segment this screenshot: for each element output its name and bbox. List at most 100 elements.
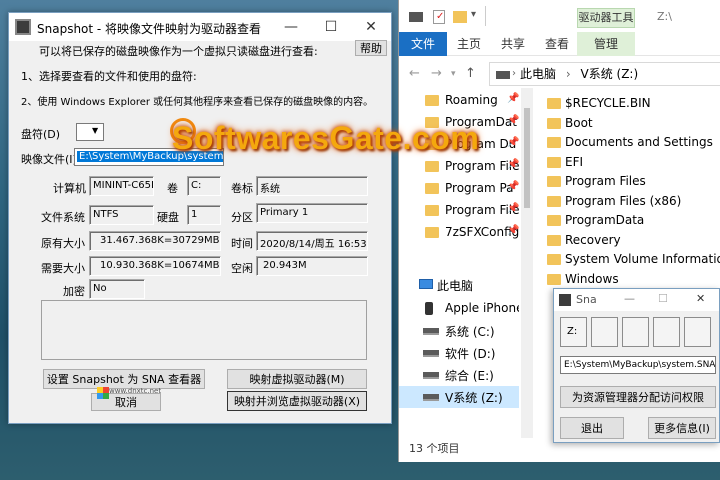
qat-dropdown-icon[interactable]: ▾ <box>471 9 476 20</box>
tree-device[interactable]: 系统 (C:) <box>399 320 519 342</box>
tab-view[interactable]: 查看 <box>539 32 575 56</box>
tree-item[interactable]: Program File 📌 <box>399 156 519 178</box>
tree-item-label: 软件 (D:) <box>445 347 496 361</box>
new-folder-icon[interactable] <box>453 11 467 23</box>
tree-item-label: Program Pa <box>445 181 514 195</box>
help-button[interactable]: 帮助 <box>355 40 387 56</box>
minimize-icon[interactable]: — <box>624 292 635 305</box>
tree-scrollbar[interactable] <box>521 88 533 438</box>
folder-icon <box>547 234 561 246</box>
minimize-icon[interactable]: — <box>271 13 311 41</box>
fs-value: NTFS <box>89 205 154 225</box>
folder-icon <box>425 205 439 216</box>
divider <box>485 6 486 26</box>
map-drive-button[interactable]: 映射虚拟驱动器(M) <box>227 369 367 389</box>
folder-icon <box>547 254 561 265</box>
image-file-label: 映像文件(I) <box>21 153 77 166</box>
maximize-icon[interactable]: ☐ <box>658 292 668 305</box>
mini-titlebar[interactable]: Sna — ☐ ✕ <box>554 289 719 311</box>
folder-icon <box>547 176 561 187</box>
map-browse-button[interactable]: 映射并浏览虚拟驱动器(X) <box>227 391 367 411</box>
vol-label-value: 系统 <box>256 176 368 196</box>
scrollbar-thumb[interactable] <box>524 108 530 208</box>
pin-icon: 📌 <box>507 137 519 148</box>
tab-share[interactable]: 共享 <box>495 32 531 56</box>
tab-file[interactable]: 文件 <box>399 32 447 56</box>
exit-button[interactable]: 退出 <box>560 417 624 439</box>
list-item-label: $RECYCLE.BIN <box>565 96 651 110</box>
folder-icon <box>425 161 439 172</box>
drive-slot-selected[interactable]: Z: <box>560 317 587 347</box>
folder-icon <box>547 195 561 207</box>
list-item-label: Program Files (x86) <box>565 193 682 208</box>
drive-letter-select[interactable]: ▼ <box>76 123 104 141</box>
maximize-icon[interactable]: ☐ <box>311 13 351 41</box>
tree-device[interactable]: 综合 (E:) <box>399 364 519 386</box>
mini-path-field[interactable]: E:\System\MyBackup\system.SNA <box>560 356 716 374</box>
tree-item[interactable]: Program Pa 📌 <box>399 178 519 200</box>
tab-home[interactable]: 主页 <box>451 32 487 56</box>
back-arrow-icon[interactable]: ← <box>409 66 420 81</box>
properties-icon[interactable]: ✓ <box>433 10 445 24</box>
partition-value: Primary 1 <box>256 203 368 223</box>
pin-icon: 📌 <box>507 159 519 170</box>
tree-device-selected[interactable]: V系统 (Z:) <box>399 386 519 408</box>
tree-this-pc[interactable]: 此电脑 <box>399 274 519 296</box>
free-value: 20.943M <box>256 256 368 276</box>
address-bar-row: ← → ▾ ↑ › 此电脑 › V系统 (Z:) <box>399 60 720 88</box>
vol-label-label: 卷标 <box>231 182 253 195</box>
need-size-value: 10.930.368K=10674MB <box>89 256 221 276</box>
drive-tools-tab[interactable]: 驱动器工具 <box>577 8 635 28</box>
assign-access-button[interactable]: 为资源管理器分配访问权限 <box>560 386 716 408</box>
pc-drive-icon <box>496 71 510 79</box>
disk-label: 硬盘 <box>157 211 179 224</box>
drive-icon <box>423 372 439 379</box>
breadcrumb-this-pc[interactable]: 此电脑 <box>520 67 556 81</box>
tree-device[interactable]: 软件 (D:) <box>399 342 519 364</box>
folder-icon <box>547 117 561 129</box>
snapshot-app-icon <box>559 294 571 306</box>
breadcrumb-drive[interactable]: V系统 (Z:) <box>580 67 638 81</box>
drive-slot[interactable] <box>591 317 618 347</box>
recent-dropdown-icon[interactable]: ▾ <box>451 69 456 79</box>
drive-letter: Z: <box>567 326 578 337</box>
tree-item-label: Apple iPhone <box>445 301 519 315</box>
free-label: 空闲 <box>231 262 253 275</box>
time-value: 2020/8/14/周五 16:53 <box>256 231 368 251</box>
volume-value: C: <box>187 176 221 196</box>
check-icon: ✓ <box>436 11 445 22</box>
pin-icon: 📌 <box>507 225 519 236</box>
list-item-label: Boot <box>565 115 593 130</box>
more-info-button[interactable]: 更多信息(I) <box>648 417 716 439</box>
computer-icon <box>419 279 433 289</box>
tree-item[interactable]: 7zSFXConfig 📌 <box>399 222 519 244</box>
tree-item[interactable]: Program File 📌 <box>399 200 519 222</box>
intro-text: 可以将已保存的磁盘映像作为一个虚拟只读磁盘进行查看: <box>39 45 318 58</box>
drive-slot[interactable] <box>653 317 680 347</box>
tree-device[interactable]: Apple iPhone <box>399 298 519 320</box>
tree-item[interactable]: Roaming 📌 <box>399 90 519 112</box>
list-item-label: Windows <box>565 271 619 286</box>
folder-icon <box>425 95 439 106</box>
status-bar-count: 13 个项目 <box>409 442 460 455</box>
list-item-label: Recovery <box>565 232 621 247</box>
forward-arrow-icon[interactable]: → <box>431 66 442 81</box>
list-item-label: Program Files <box>565 174 646 188</box>
set-viewer-button[interactable]: 设置 Snapshot 为 SNA 查看器 <box>43 369 205 389</box>
small-logo-icon <box>97 387 109 399</box>
drive-slot[interactable] <box>684 317 711 347</box>
close-icon[interactable]: ✕ <box>696 292 705 305</box>
ribbon-tabs: 文件 主页 共享 查看 管理 <box>399 32 720 56</box>
address-box[interactable]: › 此电脑 › V系统 (Z:) <box>489 62 720 86</box>
up-arrow-icon[interactable]: ↑ <box>465 66 476 81</box>
small-watermark: www.dnxtc.net <box>109 387 162 395</box>
tab-manage[interactable]: 管理 <box>577 32 635 56</box>
encrypt-value: No <box>89 279 145 299</box>
snapshot-titlebar[interactable]: Snapshot - 将映像文件映射为驱动器查看 — ☐ ✕ <box>9 13 391 41</box>
watermark-text: SoftwaresGate.com <box>172 120 480 156</box>
close-icon[interactable]: ✕ <box>351 13 391 41</box>
phone-icon <box>425 302 433 315</box>
drive-slot[interactable] <box>622 317 649 347</box>
window-title: Snapshot - 将映像文件映射为驱动器查看 <box>37 22 262 36</box>
time-label: 时间 <box>231 237 253 250</box>
